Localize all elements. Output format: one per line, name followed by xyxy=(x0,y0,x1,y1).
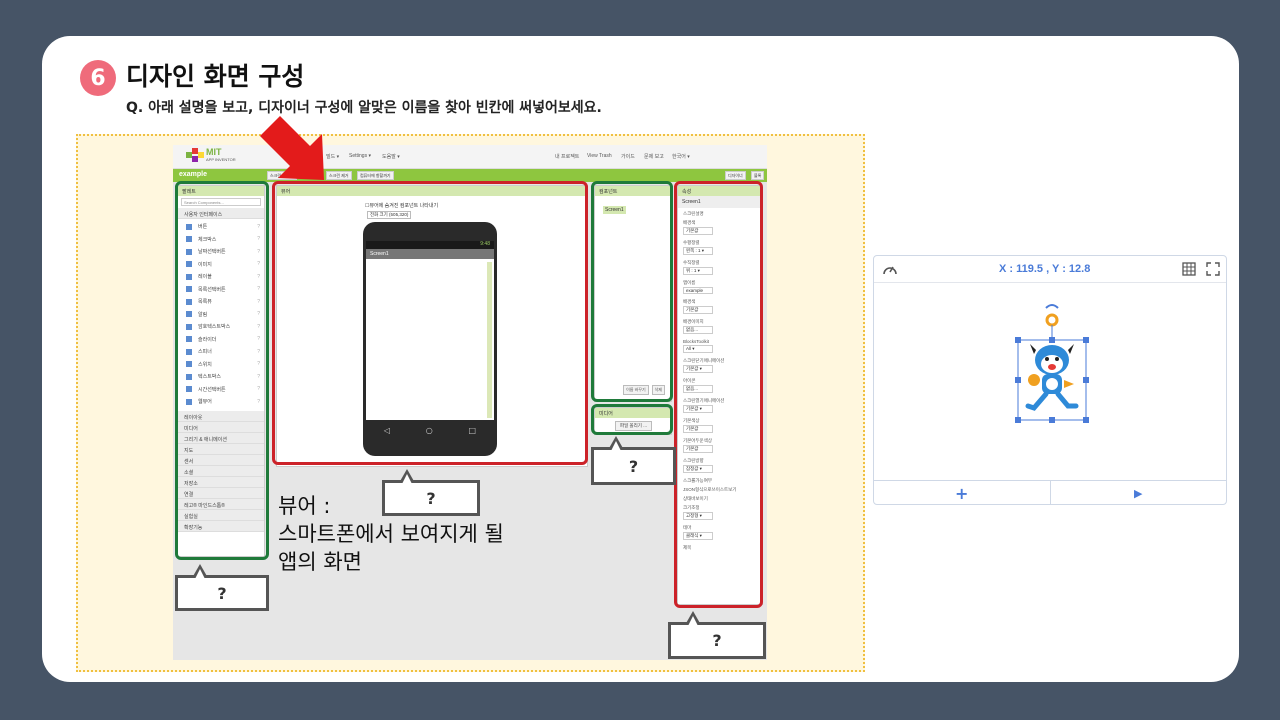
media-highlight xyxy=(591,404,673,435)
stage-bottom-bar: + ▶ xyxy=(874,480,1226,505)
sprite-character[interactable] xyxy=(1012,302,1092,426)
designer-button[interactable]: 디자이너 xyxy=(725,171,746,180)
palette-answer-box[interactable]: ? xyxy=(175,564,269,611)
menu-my-projects[interactable]: 내 프로젝트 xyxy=(555,153,579,160)
mit-logo-icon xyxy=(186,148,204,162)
page-title: 디자인 화면 구성 xyxy=(126,62,305,91)
menu-view-trash[interactable]: View Trash xyxy=(587,153,612,159)
properties-highlight xyxy=(674,181,763,608)
blocks-button[interactable]: 블록 xyxy=(751,171,765,180)
grid-icon[interactable] xyxy=(1182,262,1196,276)
menu-settings[interactable]: Settings ▾ xyxy=(349,153,371,159)
coordinate-readout: X : 119.5 , Y : 12.8 xyxy=(999,263,1091,275)
properties-answer-box[interactable]: ? xyxy=(668,611,766,659)
menu-report[interactable]: 문제 보고 xyxy=(644,153,664,160)
plus-icon: + xyxy=(955,483,969,503)
properties-question-mark: ? xyxy=(712,631,722,650)
play-button[interactable]: ▶ xyxy=(1049,481,1227,505)
project-name: example xyxy=(179,171,208,178)
menu-guide[interactable]: 가이드 xyxy=(621,153,635,160)
speed-gauge-icon[interactable] xyxy=(882,262,898,276)
palette-question-mark: ? xyxy=(217,583,227,603)
logo-mit: MIT xyxy=(206,147,222,157)
viewer-highlight xyxy=(272,181,588,465)
palette-highlight xyxy=(175,181,269,560)
question-text: Q. 아래 설명을 보고, 디자이너 구성에 알맞은 이름을 찾아 빈칸에 써넣… xyxy=(126,100,602,116)
add-sprite-button[interactable]: + xyxy=(874,481,1050,505)
components-highlight xyxy=(591,181,673,402)
step-badge: 6 xyxy=(80,60,116,96)
viewer-description-line3: 앱의 화면 xyxy=(278,550,362,574)
fullscreen-icon[interactable] xyxy=(1206,262,1220,276)
stage-toolbar: X : 119.5 , Y : 12.8 xyxy=(874,256,1226,283)
viewer-description: 뷰어 : 스마트폰에서 보여지게 될 앱의 화면 xyxy=(278,492,504,576)
viewer-description-line1: 뷰어 : xyxy=(278,494,331,518)
components-answer-box[interactable]: ? xyxy=(591,436,676,485)
menu-help[interactable]: 도움말 ▾ xyxy=(382,153,400,160)
menu-language[interactable]: 한국어 ▾ xyxy=(672,153,690,160)
stage-preview: X : 119.5 , Y : 12.8 + ▶ xyxy=(873,255,1227,505)
red-arrow-icon xyxy=(260,116,324,180)
components-question-mark: ? xyxy=(628,456,639,476)
checkpoint-button[interactable]: 컴퓨터에 향할까기 xyxy=(357,171,394,180)
viewer-description-line2: 스마트폰에서 보여지게 될 xyxy=(278,522,504,546)
play-icon: ▶ xyxy=(1134,486,1143,500)
logo-sub: APP INVENTOR xyxy=(206,157,236,162)
